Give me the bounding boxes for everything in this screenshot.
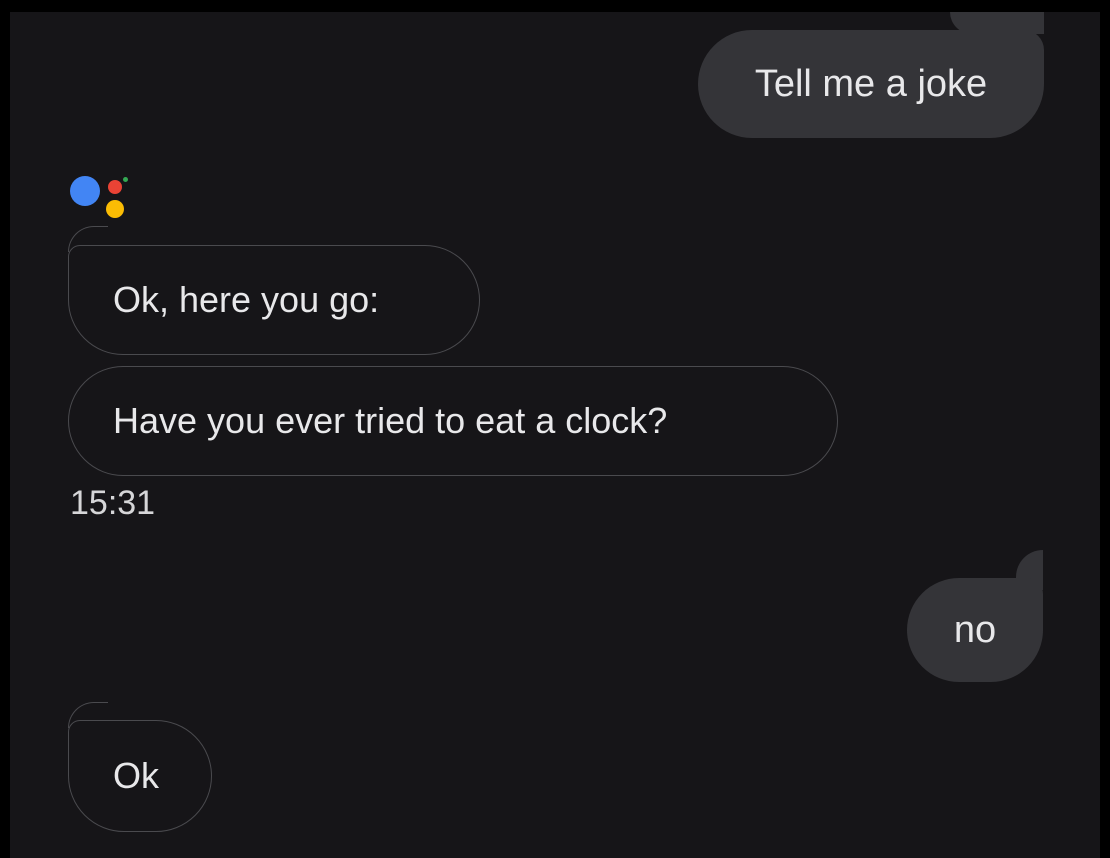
- message-text: no: [953, 609, 997, 651]
- message-text: Ok, here you go:: [113, 279, 380, 320]
- chat-screen: Tell me a joke Ok, here you go: Have you…: [10, 12, 1100, 858]
- message-timestamp: 15:31: [70, 484, 156, 522]
- assistant-message-bubble: Ok: [68, 720, 212, 832]
- message-text: Ok: [113, 755, 160, 796]
- user-message-bubble: no: [907, 578, 1043, 682]
- message-text: Have you ever tried to eat a clock?: [113, 400, 668, 441]
- assistant-logo-green-dot: [123, 177, 128, 182]
- assistant-logo-blue-dot: [70, 176, 100, 206]
- user-message-bubble: Tell me a joke: [698, 30, 1044, 138]
- assistant-logo-yellow-dot: [106, 200, 124, 218]
- google-assistant-icon: [68, 160, 138, 222]
- assistant-message-bubble: Have you ever tried to eat a clock?: [68, 366, 838, 476]
- message-text: Tell me a joke: [754, 63, 988, 105]
- assistant-message-bubble: Ok, here you go:: [68, 245, 480, 355]
- assistant-logo-red-dot: [108, 180, 122, 194]
